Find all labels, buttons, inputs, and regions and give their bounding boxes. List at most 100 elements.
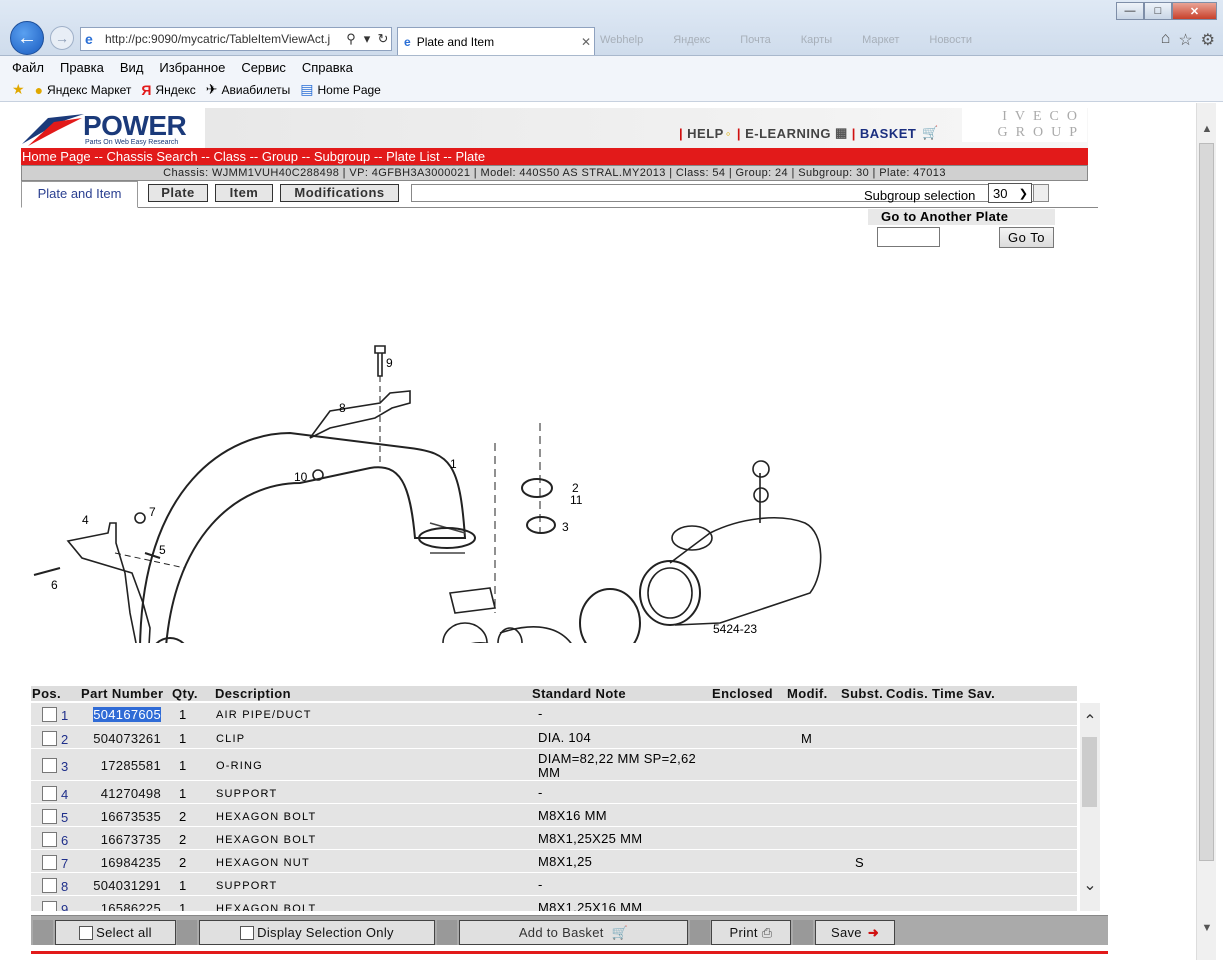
- close-tab-icon[interactable]: ✕: [578, 35, 594, 49]
- row-part-number[interactable]: 504073261: [71, 731, 161, 746]
- ghost-tab[interactable]: Маркет: [862, 34, 899, 50]
- row-part-number[interactable]: 16586225: [71, 901, 161, 911]
- table-row[interactable]: 1 504167605 1 AIR PIPE/DUCT -: [31, 703, 1077, 726]
- cart-icon[interactable]: 🛒: [922, 125, 939, 141]
- row-pos[interactable]: 2: [61, 732, 68, 747]
- row-part-number[interactable]: 504167605: [71, 707, 161, 722]
- home-icon[interactable]: ⌂: [1161, 30, 1171, 50]
- page-scroll-thumb[interactable]: [1199, 143, 1214, 861]
- maximize-button[interactable]: □: [1144, 2, 1172, 20]
- browser-tab-active[interactable]: e Plate and Item ✕: [397, 27, 595, 55]
- menu-favorites[interactable]: Избранное: [159, 60, 225, 75]
- search-icon[interactable]: ⚲: [343, 31, 359, 47]
- row-part-number[interactable]: 16673535: [71, 809, 161, 824]
- col-modif: Modif.: [787, 686, 828, 701]
- table-row[interactable]: 4 41270498 1 SUPPORT -: [31, 782, 1077, 804]
- row-checkbox[interactable]: [42, 809, 57, 824]
- ghost-tab[interactable]: Webhelp: [600, 34, 643, 50]
- ghost-tab[interactable]: Новости: [929, 34, 972, 50]
- row-pos[interactable]: 6: [61, 833, 68, 848]
- back-button[interactable]: ←: [10, 21, 44, 55]
- fav-yandex[interactable]: Я Яндекс: [141, 82, 195, 98]
- elearning-icon[interactable]: ▦: [835, 125, 848, 141]
- row-checkbox[interactable]: [42, 878, 57, 893]
- fav-home-page[interactable]: ▤ Home Page: [300, 81, 381, 98]
- table-row[interactable]: 7 16984235 2 HEXAGON NUT M8X1,25 S: [31, 851, 1077, 873]
- ghost-tab[interactable]: Яндекс: [673, 34, 710, 50]
- ghost-tab[interactable]: Почта: [740, 34, 771, 50]
- row-checkbox[interactable]: [42, 786, 57, 801]
- table-scroll-thumb[interactable]: [1082, 737, 1097, 807]
- star-icon[interactable]: ☆: [1178, 30, 1192, 50]
- tab-plate-and-item[interactable]: Plate and Item: [21, 181, 138, 208]
- goto-plate-input[interactable]: [877, 227, 940, 247]
- power-logo[interactable]: POWER Parts On Web Easy Research: [20, 108, 205, 148]
- save-button[interactable]: Save ➜: [815, 920, 895, 945]
- chevron-down-icon[interactable]: ▼: [1197, 922, 1217, 940]
- fav-yandex-market[interactable]: ● Яндекс Маркет: [35, 82, 132, 98]
- tab-modifications[interactable]: Modifications: [280, 184, 399, 202]
- menu-file[interactable]: Файл: [12, 60, 44, 75]
- address-bar[interactable]: e http://pc:9090/mycatric/TableItemViewA…: [80, 27, 392, 51]
- chevron-up-icon[interactable]: ▲: [1197, 123, 1217, 141]
- row-checkbox[interactable]: [42, 731, 57, 746]
- table-row[interactable]: 9 16586225 1 HEXAGON BOLT M8X1,25X16 MM: [31, 897, 1077, 911]
- menu-help[interactable]: Справка: [302, 60, 353, 75]
- menu-edit[interactable]: Правка: [60, 60, 104, 75]
- row-part-number[interactable]: 16984235: [71, 855, 161, 870]
- minimize-button[interactable]: —: [1116, 2, 1144, 20]
- row-part-number[interactable]: 504031291: [71, 878, 161, 893]
- goto-button[interactable]: Go To: [999, 227, 1054, 248]
- table-scrollbar[interactable]: ⌃ ⌄: [1080, 703, 1100, 911]
- breadcrumb[interactable]: Home Page -- Chassis Search -- Class -- …: [21, 148, 1088, 165]
- fav-aviabilety[interactable]: ✈ Авиабилеты: [206, 81, 290, 98]
- row-pos[interactable]: 4: [61, 787, 68, 802]
- forward-button[interactable]: →: [50, 26, 74, 50]
- row-pos[interactable]: 5: [61, 810, 68, 825]
- row-part-number[interactable]: 17285581: [71, 758, 161, 773]
- bulb-icon[interactable]: ◦: [726, 126, 731, 141]
- basket-link[interactable]: BASKET: [860, 126, 916, 141]
- print-button[interactable]: Print ⎙: [711, 920, 791, 945]
- row-pos[interactable]: 1: [61, 708, 68, 723]
- row-part-number[interactable]: 16673735: [71, 832, 161, 847]
- exploded-parts-drawing[interactable]: 1 2 11 3 4 5 6 7 8 9 10 5424-23 5424-00: [20, 233, 860, 643]
- add-to-basket-button[interactable]: Add to Basket 🛒: [459, 920, 688, 945]
- row-pos[interactable]: 9: [61, 902, 68, 911]
- chevron-up-icon[interactable]: ⌃: [1080, 711, 1100, 731]
- favorites-star[interactable]: ★: [12, 81, 25, 98]
- row-pos[interactable]: 3: [61, 759, 68, 774]
- elearning-link[interactable]: E-LEARNING: [745, 126, 831, 141]
- ghost-tab[interactable]: Карты: [801, 34, 832, 50]
- subgroup-select[interactable]: 30 ❯: [988, 183, 1032, 203]
- tab-item[interactable]: Item: [215, 184, 273, 202]
- address-text[interactable]: http://pc:9090/mycatric/TableItemViewAct…: [105, 32, 343, 46]
- help-link[interactable]: HELP: [687, 126, 724, 141]
- tab-plate[interactable]: Plate: [148, 184, 208, 202]
- menu-tools[interactable]: Сервис: [241, 60, 286, 75]
- select-all-button[interactable]: Select all: [55, 920, 176, 945]
- gear-icon[interactable]: ⚙: [1201, 30, 1215, 50]
- row-checkbox[interactable]: [42, 707, 57, 722]
- row-checkbox[interactable]: [42, 758, 57, 773]
- dropdown-icon[interactable]: ▾: [359, 31, 375, 47]
- row-checkbox[interactable]: [42, 832, 57, 847]
- refresh-icon[interactable]: ↻: [375, 31, 391, 47]
- row-pos[interactable]: 7: [61, 856, 68, 871]
- table-row[interactable]: 6 16673735 2 HEXAGON BOLT M8X1,25X25 MM: [31, 828, 1077, 850]
- row-part-number[interactable]: 41270498: [71, 786, 161, 801]
- row-checkbox[interactable]: [42, 901, 57, 911]
- table-row[interactable]: 5 16673535 2 HEXAGON BOLT M8X16 MM: [31, 805, 1077, 827]
- row-description: HEXAGON BOLT: [216, 811, 317, 823]
- row-checkbox[interactable]: [42, 855, 57, 870]
- chevron-down-icon[interactable]: ⌄: [1080, 875, 1100, 895]
- table-row[interactable]: 3 17285581 1 O-RING DIAM=82,22 MM SP=2,6…: [31, 750, 1077, 781]
- row-pos[interactable]: 8: [61, 879, 68, 894]
- table-row[interactable]: 8 504031291 1 SUPPORT -: [31, 874, 1077, 896]
- display-selection-button[interactable]: Display Selection Only: [199, 920, 435, 945]
- table-row[interactable]: 2 504073261 1 CLIP DIA. 104 M: [31, 727, 1077, 749]
- subgroup-go[interactable]: [1033, 184, 1049, 202]
- menu-view[interactable]: Вид: [120, 60, 144, 75]
- page-scrollbar[interactable]: ▲ ▼: [1196, 103, 1216, 960]
- close-window-button[interactable]: ✕: [1172, 2, 1217, 20]
